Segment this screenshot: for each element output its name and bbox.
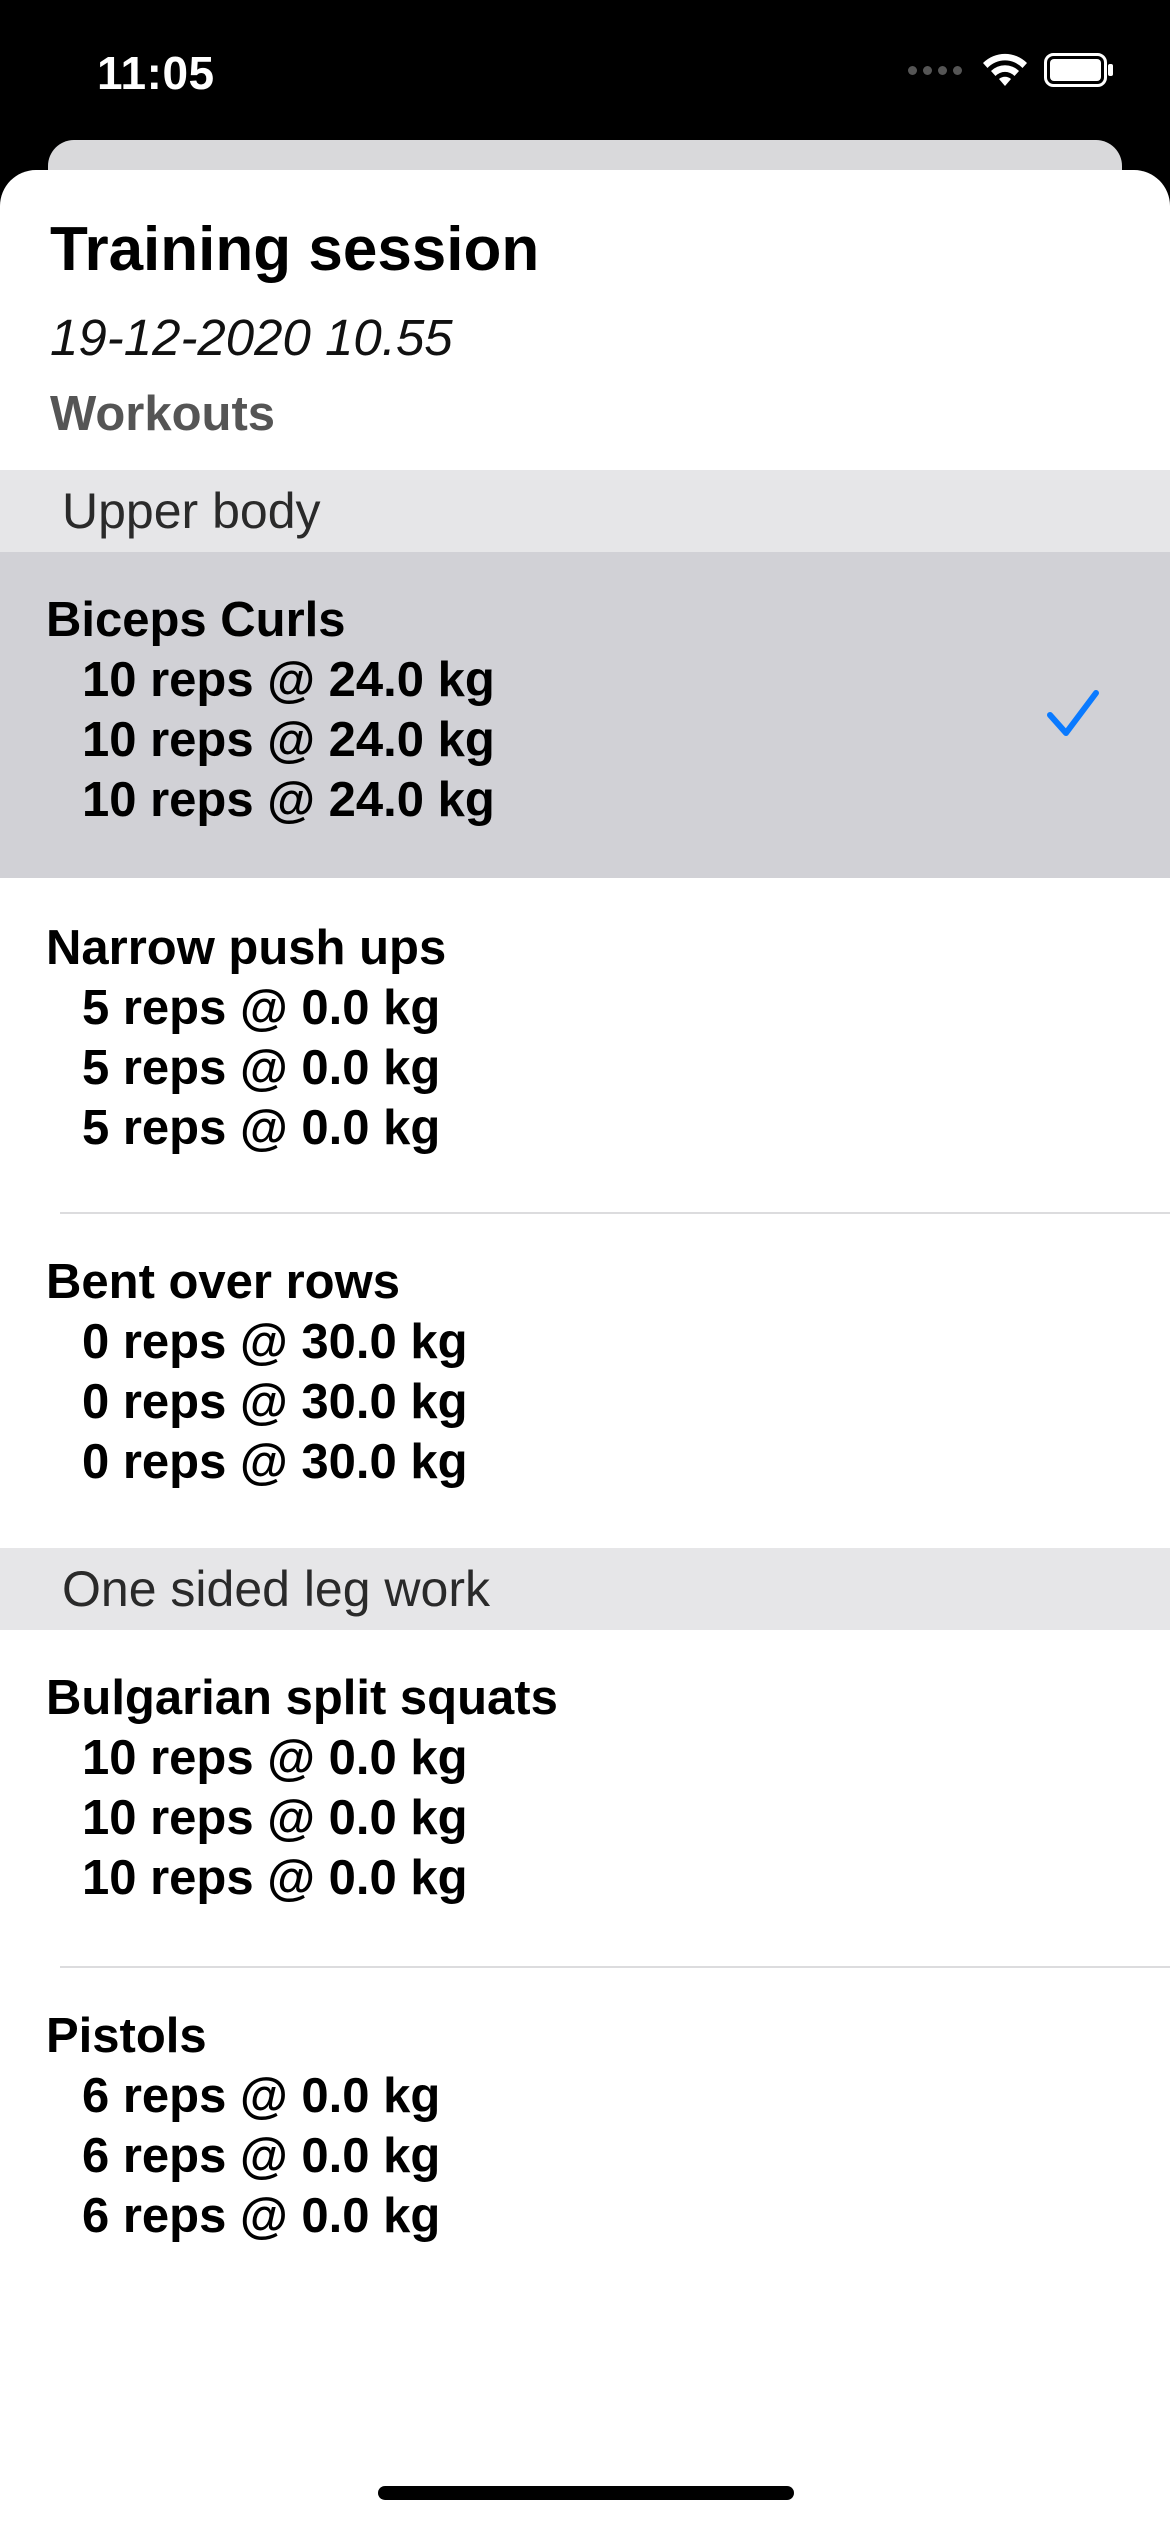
- workouts-label: Workouts: [50, 387, 276, 441]
- status-time: 11:05: [97, 47, 215, 99]
- exercise-name: Bulgarian split squats: [46, 1671, 558, 1725]
- set-line: 5 reps @ 0.0 kg: [82, 1101, 441, 1155]
- set-line: 10 reps @ 0.0 kg: [82, 1851, 468, 1905]
- set-line: 6 reps @ 0.0 kg: [82, 2189, 441, 2243]
- set-line: 10 reps @ 0.0 kg: [82, 1791, 468, 1845]
- checkmark-icon: [1047, 690, 1099, 736]
- set-line: 10 reps @ 24.0 kg: [82, 653, 495, 707]
- page-title: Training session: [50, 215, 540, 284]
- exercise-row-narrow-push-ups[interactable]: Narrow push ups 5 reps @ 0.0 kg 5 reps @…: [0, 878, 1170, 1212]
- exercise-row-bulgarian-split-squats[interactable]: Bulgarian split squats 10 reps @ 0.0 kg …: [0, 1630, 1170, 1964]
- wifi-icon: [983, 53, 1027, 86]
- set-line: 0 reps @ 30.0 kg: [82, 1315, 468, 1369]
- battery-icon: [1044, 53, 1113, 87]
- section-header-one-sided-leg-work: One sided leg work: [0, 1548, 1170, 1630]
- set-line: 6 reps @ 0.0 kg: [82, 2069, 441, 2123]
- exercise-row-pistols[interactable]: Pistols 6 reps @ 0.0 kg 6 reps @ 0.0 kg …: [0, 1968, 1170, 2302]
- set-line: 10 reps @ 24.0 kg: [82, 773, 495, 827]
- signal-dots-icon: [908, 65, 962, 75]
- exercise-row-biceps-curls[interactable]: Biceps Curls 10 reps @ 24.0 kg 10 reps @…: [0, 552, 1170, 878]
- exercise-name: Pistols: [46, 2009, 207, 2063]
- exercise-name: Bent over rows: [46, 1255, 400, 1309]
- set-line: 0 reps @ 30.0 kg: [82, 1435, 468, 1489]
- section-header-upper-body: Upper body: [0, 470, 1170, 552]
- set-line: 6 reps @ 0.0 kg: [82, 2129, 441, 2183]
- exercise-name: Narrow push ups: [46, 921, 447, 975]
- set-line: 5 reps @ 0.0 kg: [82, 981, 441, 1035]
- training-session-sheet: Training session 19-12-2020 10.55 Workou…: [0, 170, 1170, 2532]
- exercise-row-bent-over-rows[interactable]: Bent over rows 0 reps @ 30.0 kg 0 reps @…: [0, 1214, 1170, 1548]
- status-bar: 11:05: [0, 0, 1170, 150]
- exercise-name: Biceps Curls: [46, 593, 346, 647]
- set-line: 5 reps @ 0.0 kg: [82, 1041, 441, 1095]
- set-line: 10 reps @ 0.0 kg: [82, 1731, 468, 1785]
- set-line: 10 reps @ 24.0 kg: [82, 713, 495, 767]
- home-indicator[interactable]: [378, 2486, 794, 2500]
- set-line: 0 reps @ 30.0 kg: [82, 1375, 468, 1429]
- session-date: 19-12-2020 10.55: [50, 309, 453, 366]
- status-icons: [908, 52, 1114, 88]
